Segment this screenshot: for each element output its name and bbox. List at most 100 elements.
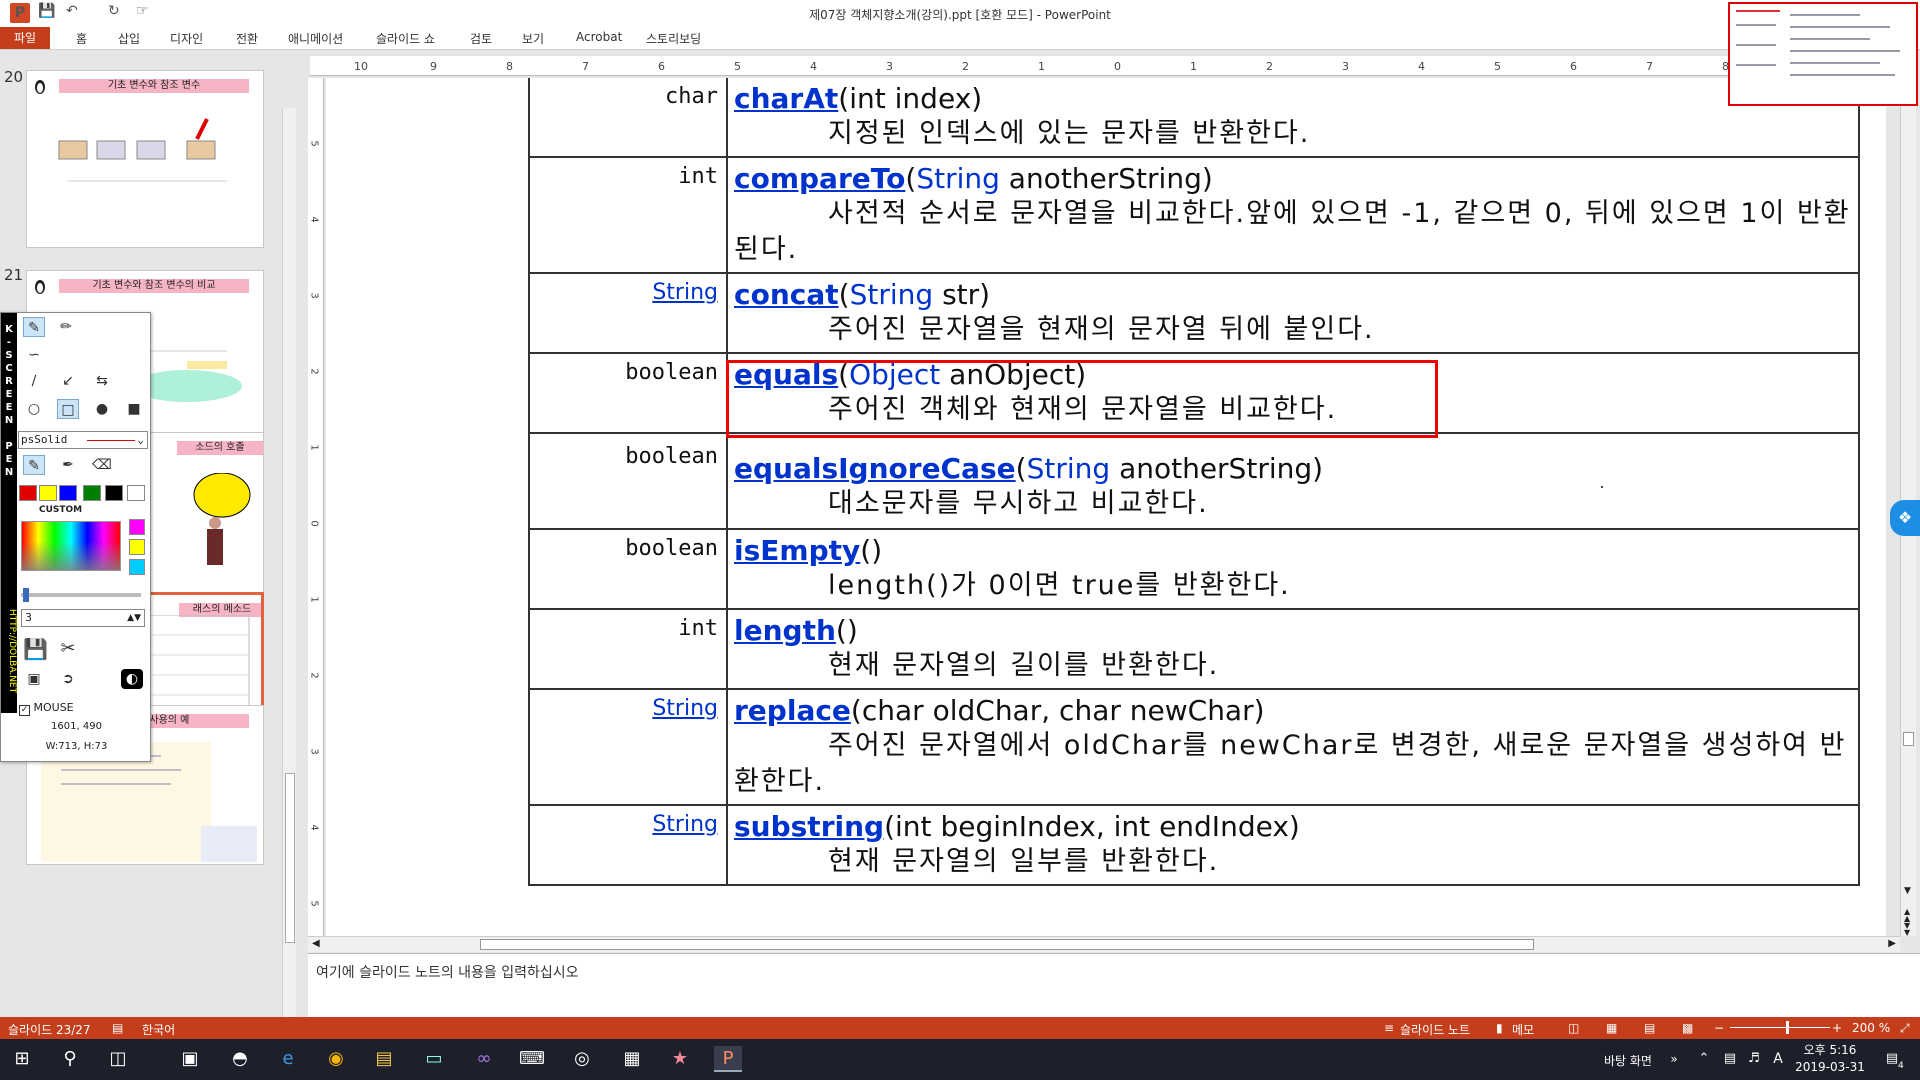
previous-slide-icon[interactable]: ▲ ▲ [1904,908,1910,923]
spin-arrows-icon[interactable]: ▲▼ [127,610,141,626]
tab-review[interactable]: 검토 [470,30,492,47]
param-type[interactable]: String [916,162,1000,195]
scrollbar-thumb[interactable] [1903,732,1914,746]
ime-indicator[interactable]: A [1764,1046,1792,1072]
recent-color-magenta[interactable] [129,519,145,535]
tab-insert[interactable]: 삽입 [118,30,140,47]
scroll-down-icon[interactable]: ▼ [1904,886,1911,896]
method-name-link[interactable]: replace [734,694,851,727]
contrast-toggle-icon[interactable]: ◐ [121,669,143,689]
color-swatch-green[interactable] [83,485,101,501]
thumbnail-scrollbar[interactable] [282,108,296,1058]
zoom-slider[interactable] [1730,1027,1830,1028]
line-pen-icon[interactable]: ∕ [23,371,45,391]
method-name-link[interactable]: equalsIgnoreCase [734,452,1016,485]
slide-sorter-icon[interactable]: ▦ [1606,1021,1617,1035]
eraser-icon[interactable]: ⌫ [91,455,113,475]
zoom-slider-handle[interactable] [1786,1021,1789,1034]
method-name-link[interactable]: compareTo [734,162,905,195]
filled-ellipse-icon[interactable]: ● [91,399,113,419]
tab-transitions[interactable]: 전환 [236,30,258,47]
presenter-mini-preview[interactable] [1728,2,1918,106]
obs-icon[interactable]: ◎ [568,1046,596,1072]
task-view-icon[interactable]: ◫ [104,1046,132,1072]
color-swatch-yellow[interactable] [39,485,57,501]
notes-toggle-button[interactable]: 슬라이드 노트 [1400,1021,1470,1038]
return-type[interactable]: String [529,805,728,885]
slide-canvas[interactable]: char charAt(int index) 지정된 인덱스에 있는 문자를 반환한… [326,78,1886,936]
tab-design[interactable]: 디자인 [170,30,203,47]
param-type[interactable]: String [850,278,934,311]
search-icon[interactable]: ⚲ [56,1046,84,1072]
filled-rectangle-icon[interactable]: ■ [123,399,145,419]
tab-acrobat[interactable]: Acrobat [576,30,622,44]
tab-storyboarding[interactable]: 스토리보딩 [646,30,701,47]
store-icon[interactable]: ▣ [176,1046,204,1072]
calculator-icon[interactable]: ▦ [618,1046,646,1072]
tray-chevron-icon[interactable]: ⌃ [1690,1046,1718,1072]
powerpoint-taskbar-icon[interactable]: P [714,1046,742,1072]
system-clock[interactable]: 오후 5:16 2019-03-31 [1790,1042,1870,1076]
outline-shape-icon[interactable]: ○ [23,399,45,419]
pen-options-icon[interactable]: ✏ [55,317,77,337]
windows-start-icon[interactable]: ⊞ [8,1046,36,1072]
scroll-right-icon[interactable]: ▶ [1888,938,1896,949]
param-type[interactable]: String [1027,452,1111,485]
color-swatch-blue[interactable] [59,485,77,501]
slide-thumbnail-20[interactable]: 기초 변수와 참조 변수 [26,70,264,248]
scrollbar-thumb[interactable] [285,773,295,943]
slide-horizontal-scrollbar[interactable]: ◀ ▶ [308,936,1900,952]
zoom-in-icon[interactable]: + [1832,1021,1842,1035]
scroll-left-icon[interactable]: ◀ [312,938,320,949]
double-arrow-pen-icon[interactable]: ⇆ [91,371,113,391]
method-name-link[interactable]: charAt [734,82,838,115]
file-explorer-icon[interactable]: ▤ [370,1046,398,1072]
notes-toggle-icon[interactable]: ≡ [1384,1021,1394,1035]
recent-color-yellow[interactable] [129,539,145,555]
next-slide-icon[interactable]: ▼ ▼ [1904,922,1910,937]
color-swatch-black[interactable] [105,485,123,501]
edge-browser-icon[interactable]: e [274,1046,302,1072]
slide-counter[interactable]: 슬라이드 23/27 [8,1021,91,1038]
checkbox-checked-icon[interactable]: ✓ [19,705,30,716]
tab-animations[interactable]: 애니메이션 [288,30,343,47]
save-icon[interactable]: 💾 [23,639,48,659]
line-style-select[interactable]: psSolid ⌄ [18,431,148,449]
tab-view[interactable]: 보기 [522,30,544,47]
normal-view-icon[interactable]: ◫ [1568,1021,1579,1035]
return-type[interactable]: String [529,273,728,353]
reading-view-icon[interactable]: ▤ [1644,1021,1655,1035]
slide-notes-pane[interactable]: 여기에 슬라이드 노트의 내용을 입력하십시오 [308,953,1920,1017]
scrollbar-thumb[interactable] [480,939,1534,950]
highlighter-icon[interactable]: ✒ [57,455,79,475]
zoom-out-icon[interactable]: − [1714,1021,1724,1035]
save-cut-icon[interactable]: ✂ [57,639,79,659]
slide-vertical-scrollbar[interactable]: ▲ ▼ ▲▲ ▼▼ [1900,56,1916,937]
slider-handle[interactable] [23,588,29,602]
spell-check-icon[interactable]: ▤ [112,1021,123,1035]
color-swatch-white[interactable] [127,485,145,501]
freehand-pen-icon[interactable]: ∽ [23,345,45,365]
paint-icon[interactable]: ◓ [226,1046,254,1072]
method-name-link[interactable]: concat [734,278,839,311]
fit-to-window-icon[interactable]: ⤢ [1900,1021,1910,1036]
opacity-slider[interactable] [21,588,141,602]
toolbar-expand-icon[interactable]: » [1660,1046,1688,1072]
method-name-link[interactable]: substring [734,810,884,843]
tab-home[interactable]: 홈 [76,30,87,47]
tab-file[interactable]: 파일 [0,27,51,49]
recent-color-cyan[interactable] [129,559,145,575]
slideshow-icon[interactable]: ▩ [1682,1021,1693,1035]
pencil-icon[interactable]: ✎ [23,455,45,475]
capture-app-icon[interactable]: ★ [666,1046,694,1072]
tab-slideshow[interactable]: 슬라이드 쇼 [376,30,435,47]
arrow-pen-icon[interactable]: ↙ [57,371,79,391]
return-type[interactable]: String [529,689,728,805]
mouse-checkbox[interactable]: ✓ MOUSE [19,701,74,716]
notes-app-icon[interactable]: ▭ [420,1046,448,1072]
chrome-icon[interactable]: ◉ [322,1046,350,1072]
dropbox-icon[interactable]: ❖ [1890,500,1920,536]
color-spectrum-picker[interactable] [21,521,121,571]
pen-size-stepper[interactable]: 3 ▲▼ [21,609,145,627]
color-swatch-red[interactable] [19,485,37,501]
